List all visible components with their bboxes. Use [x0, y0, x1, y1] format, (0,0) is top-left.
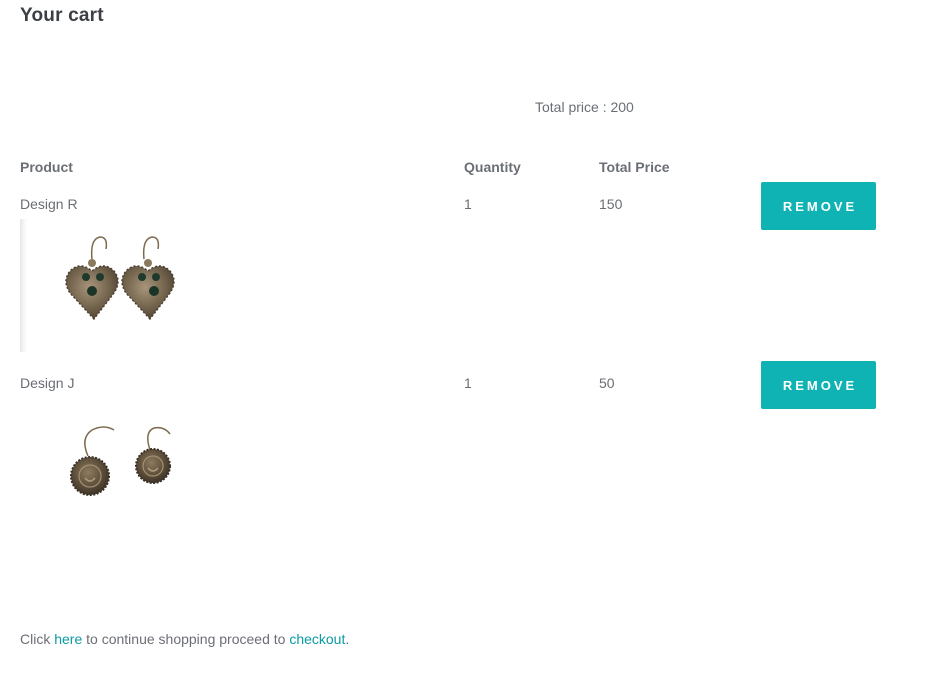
product-name: Design J	[20, 375, 75, 391]
column-header-quantity: Quantity	[464, 159, 521, 175]
page-title: Your cart	[20, 5, 104, 26]
column-header-total-price: Total Price	[599, 159, 670, 175]
checkout-link[interactable]: checkout	[289, 631, 345, 647]
continue-shopping-link[interactable]: here	[54, 631, 82, 647]
heart-earrings-image	[20, 219, 220, 352]
product-total-price: 50	[599, 375, 615, 391]
product-total-price: 150	[599, 196, 623, 212]
footer-text-middle: to continue shopping proceed to	[82, 631, 290, 647]
footer-text-prefix: Click	[20, 631, 55, 647]
round-earrings-image	[20, 398, 220, 531]
product-quantity: 1	[464, 375, 472, 391]
product-name: Design R	[20, 196, 78, 212]
footer-continue-line: Click here to continue shopping proceed …	[20, 631, 349, 647]
remove-button[interactable]: REMOVE	[761, 361, 876, 409]
remove-button[interactable]: REMOVE	[761, 182, 876, 230]
cart-total-price: Total price : 200	[535, 99, 634, 115]
footer-text-suffix: .	[345, 631, 350, 647]
column-header-product: Product	[20, 159, 73, 175]
product-quantity: 1	[464, 196, 472, 212]
